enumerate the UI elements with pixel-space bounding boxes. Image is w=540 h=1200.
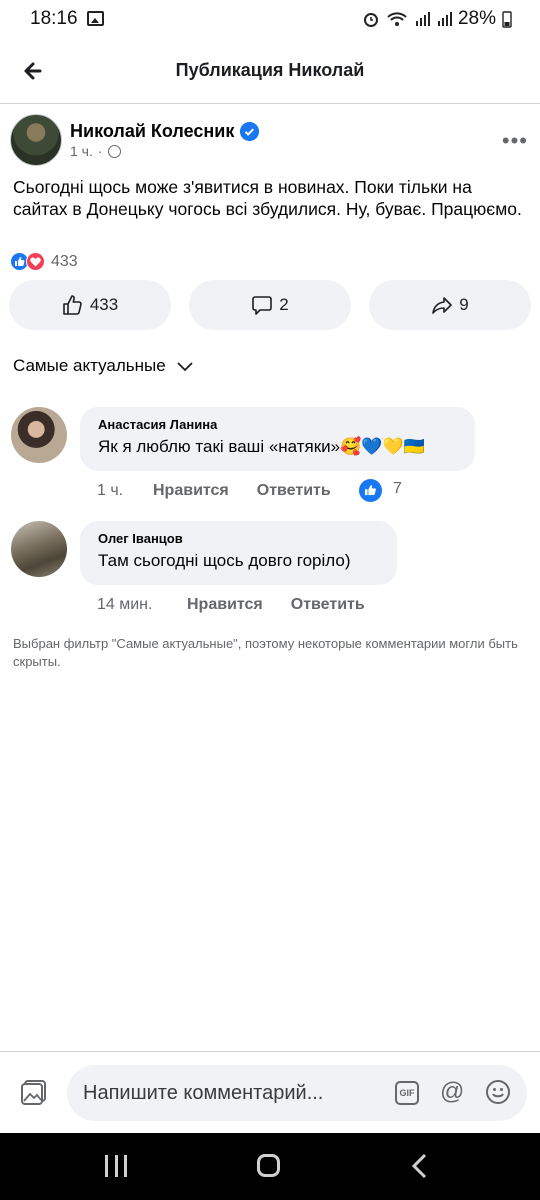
comment-button[interactable]: 2 [189,280,351,330]
meta-dot: · [97,143,103,159]
signal-icon [415,12,430,26]
post-meta: 1 ч. · [70,143,121,159]
globe-icon [107,144,121,158]
more-icon[interactable]: ••• [502,128,528,154]
comment-text: Як я люблю такі ваші «натяки»🥰💙💛🇺🇦 [98,437,425,456]
commenter-avatar[interactable] [11,521,67,577]
emoji-icon[interactable] [485,1079,511,1105]
comment-time: 1 ч. [97,482,124,499]
post-text: Сьогодні щось може з'явитися в новинах. … [13,177,522,219]
filter-note: Выбран фильтр "Самые актуальные", поэтом… [13,636,518,669]
status-right: 28% [362,8,512,30]
mention-icon[interactable]: @ [440,1078,464,1106]
comment-like-button[interactable]: Нравится [153,482,229,500]
comment-icon [252,296,273,315]
love-reaction-icon [26,252,45,271]
comment-reply-button[interactable]: Ответить [291,596,365,614]
status-bar: 18:16 28% [0,0,540,38]
photo-icon[interactable] [20,1078,48,1106]
author-avatar[interactable] [10,114,62,166]
share-count: 9 [459,295,469,314]
chevron-down-icon [177,362,193,372]
like-icon [63,295,82,315]
comment-composer: Напишите комментарий... GIF @ [0,1051,540,1133]
reaction-count: 433 [51,252,78,270]
gallery-notification-icon [87,11,104,26]
sort-label: Самые актуальные [13,356,166,375]
comment-author[interactable]: Анастасия Ланина [98,417,457,432]
comment-bubble[interactable]: Анастасия Ланина Як я люблю такі ваші «н… [80,407,475,471]
gif-icon[interactable]: GIF [395,1081,419,1105]
comment-like-button[interactable]: Нравится [187,596,263,614]
wifi-icon [387,12,407,26]
comment-bubble[interactable]: Олег Іванцов Там сьогодні щось довго гор… [80,521,397,585]
app-header: Публикация Николай [0,38,540,104]
reaction-summary[interactable]: 433 [10,252,78,271]
comment-author[interactable]: Олег Іванцов [98,531,379,546]
comment-actions: 1 ч. Нравится Ответить [97,482,331,500]
comment-time: 14 мин. [97,596,153,613]
signal-icon-2 [437,12,452,26]
like-reaction-icon[interactable] [357,477,384,504]
battery-icon [502,11,512,28]
recent-apps-icon[interactable] [105,1155,127,1177]
share-icon [432,297,453,314]
post-time[interactable]: 1 ч. [70,143,93,159]
comment-input-placeholder[interactable]: Напишите комментарий... [83,1082,323,1105]
post-actions: 433 2 9 [9,280,531,330]
comment-actions: 14 мин. Нравится Ответить [97,596,365,614]
like-button[interactable]: 433 [9,280,171,330]
like-count: 433 [89,295,119,314]
comment-input[interactable]: Напишите комментарий... GIF @ [67,1065,527,1121]
comment-sort-dropdown[interactable]: Самые актуальные [13,356,194,376]
comment-count: 2 [279,295,289,314]
battery-percent: 28% [457,8,496,29]
home-icon[interactable] [257,1154,280,1177]
nav-back-icon[interactable] [410,1153,430,1179]
page-title: Публикация Николай [175,60,365,80]
share-button[interactable]: 9 [369,280,531,330]
comment-text: Там сьогодні щось довго горіло) [98,551,351,570]
comment-reaction-count: 7 [393,480,402,497]
verified-icon [240,122,259,141]
system-nav-bar [0,1133,540,1200]
commenter-avatar[interactable] [11,407,67,463]
author-name[interactable]: Николай Колесник [70,121,234,142]
alarm-icon [363,13,378,27]
status-time: 18:16 [30,8,78,29]
comment-reply-button[interactable]: Ответить [257,482,331,500]
